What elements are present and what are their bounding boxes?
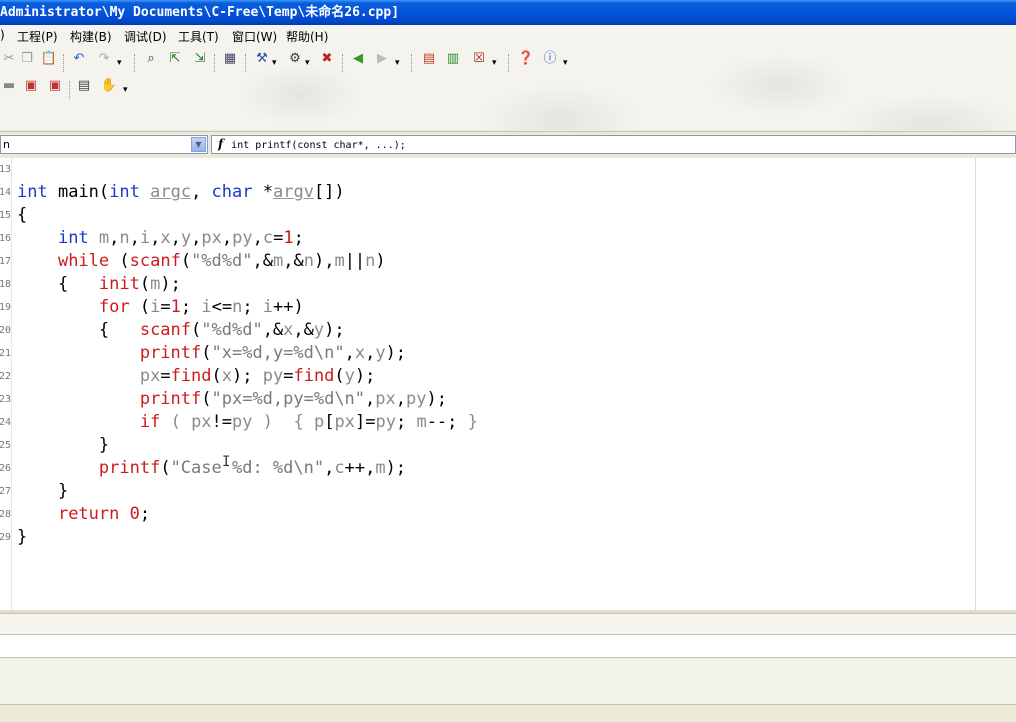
hand-dropdown-icon[interactable]: ▾: [123, 85, 128, 95]
function-icon: f: [218, 137, 224, 151]
find-next-icon[interactable]: ⇲: [191, 50, 209, 68]
find-prev-icon[interactable]: ⇱: [166, 50, 184, 68]
chevron-down-icon[interactable]: ▼: [191, 137, 206, 152]
right-margin-line: [975, 158, 976, 610]
build-dropdown-icon[interactable]: ▾: [305, 58, 310, 68]
code-editor[interactable]: 13 14 int main(int argc, char *argv[]) 1…: [0, 158, 1016, 610]
toolbar-separator: [69, 81, 71, 99]
bookmark-icon[interactable]: ▤: [420, 50, 438, 68]
info-dropdown-icon[interactable]: ▾: [563, 58, 568, 68]
code-line: 25 }: [0, 435, 110, 455]
code-line: 14 int main(int argc, char *argv[]): [0, 182, 345, 202]
close-file-dropdown-icon[interactable]: ▾: [492, 58, 497, 68]
back-icon[interactable]: ◀: [349, 50, 367, 68]
code-line: 27 }: [0, 481, 69, 501]
code-line: 20 { scanf("%d%d",&x,&y);: [0, 320, 345, 340]
menu-item-window[interactable]: 窗口(W): [232, 28, 277, 45]
code-line: 18 { init(m);: [0, 274, 181, 294]
menu-item-debug[interactable]: 调试(D): [124, 28, 167, 45]
menu-item-edit[interactable]: ): [0, 28, 5, 42]
function-prototype-field[interactable]: f int printf(const char*, ...);: [211, 135, 1016, 154]
toolbar-separator: [411, 54, 413, 72]
text-cursor-icon: I: [222, 454, 231, 470]
hand-icon[interactable]: ✋: [100, 77, 118, 95]
stop-icon[interactable]: ✖: [318, 50, 336, 68]
toolbar-separator: [214, 54, 216, 72]
toolbar-separator: [63, 54, 65, 72]
cut-icon[interactable]: ✂: [0, 50, 18, 68]
code-line: 19 for (i=1; i<=n; i++): [0, 297, 304, 317]
function-prototype-text: int printf(const char*, ...);: [231, 140, 406, 151]
menu-item-help[interactable]: 帮助(H): [286, 28, 328, 45]
window-title: Administrator\My Documents\C-Free\Temp\未…: [0, 5, 400, 20]
toolbar-separator: [508, 54, 510, 72]
undo-icon[interactable]: ↶: [70, 50, 88, 68]
menu-item-project[interactable]: 工程(P): [17, 28, 58, 45]
compile-dropdown-icon[interactable]: ▾: [272, 58, 277, 68]
toolbar-debug: ▬ ▣ ▣ ▤ ✋ ▾: [0, 77, 1016, 103]
code-line: 24 if ( px!=py ) { p[px]=py; m--; }: [0, 412, 478, 432]
code-line: 15 {: [0, 205, 28, 225]
info-icon[interactable]: ⓘ: [541, 50, 559, 68]
menu-item-build[interactable]: 构建(B): [70, 28, 112, 45]
code-line: 22 px=find(x); py=find(y);: [0, 366, 376, 386]
close-file-icon[interactable]: ☒: [470, 50, 488, 68]
redo-icon[interactable]: ↷: [95, 50, 113, 68]
title-bar: Administrator\My Documents\C-Free\Temp\未…: [0, 0, 1016, 25]
clipboard-icon[interactable]: ▤: [75, 77, 93, 95]
code-line: 26 printf("Case %d: %d\n",c++,m);: [0, 458, 407, 478]
breakpoint-list-icon[interactable]: ▣: [46, 77, 64, 95]
toolbar-separator: [245, 54, 247, 72]
paste-icon[interactable]: 📋: [40, 50, 58, 68]
redo-dropdown-icon[interactable]: ▾: [117, 58, 122, 68]
menu-bar: ) 工程(P) 构建(B) 调试(D) 工具(T) 窗口(W) 帮助(H): [0, 25, 1016, 47]
message-pane[interactable]: [0, 657, 1016, 704]
breakpoint-icon[interactable]: ▣: [22, 77, 40, 95]
find-icon[interactable]: ⌕: [142, 50, 160, 68]
scope-combo-value: n: [3, 138, 10, 151]
output-pane[interactable]: [0, 634, 1016, 657]
navigation-bar: n ▼ f int printf(const char*, ...);: [0, 131, 1016, 158]
toolbar-separator: [134, 54, 136, 72]
scope-combo[interactable]: n ▼: [0, 135, 208, 154]
forward-icon[interactable]: ▶: [373, 50, 391, 68]
forward-dropdown-icon[interactable]: ▾: [395, 58, 400, 68]
code-line: 21 printf("x=%d,y=%d\n",x,y);: [0, 343, 407, 363]
code-line: 23 printf("px=%d,py=%d\n",px,py);: [0, 389, 447, 409]
code-line: 29 }: [0, 527, 28, 547]
minus-icon[interactable]: ▬: [0, 77, 18, 95]
status-bar: [0, 704, 1016, 722]
compile-icon[interactable]: ⚒: [253, 50, 271, 68]
build-icon[interactable]: ⚙: [286, 50, 304, 68]
code-line: 16 int m,n,i,x,y,px,py,c=1;: [0, 228, 304, 248]
bookmark-next-icon[interactable]: ▥: [444, 50, 462, 68]
toolbar-separator: [342, 54, 344, 72]
output-pane-header: [0, 613, 1016, 634]
help-icon[interactable]: ❓: [517, 50, 535, 68]
code-line: 28 return 0;: [0, 504, 151, 524]
menu-item-tools[interactable]: 工具(T): [178, 28, 219, 45]
code-line: 13: [0, 164, 11, 175]
copy-icon[interactable]: ❐: [18, 50, 36, 68]
toolbar-standard: ✂ ❐ 📋 ↶ ↷ ▾ ⌕ ⇱ ⇲ ▦ ⚒ ▾ ⚙ ▾ ✖ ◀ ▶ ▾ ▤ ▥ …: [0, 50, 1016, 76]
code-line: 17 while (scanf("%d%d",&m,&n),m||n): [0, 251, 386, 271]
goto-icon[interactable]: ▦: [221, 50, 239, 68]
